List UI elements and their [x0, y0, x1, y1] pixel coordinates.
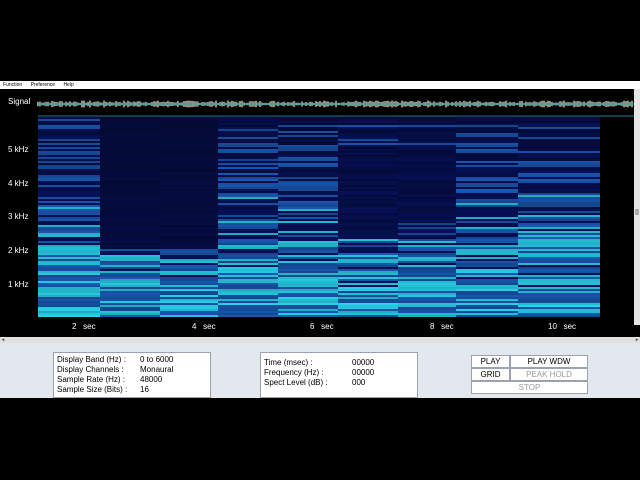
grid-button[interactable]: GRID [471, 368, 510, 381]
sample-rate-label: Sample Rate (Hz) : [57, 375, 126, 384]
freq-label-4khz: 4 kHz [8, 179, 29, 188]
time-label-10: 10 sec [548, 322, 577, 331]
signal-label: Signal [8, 97, 31, 106]
menu-function[interactable]: Function [3, 82, 22, 88]
time-label-6: 6 sec [310, 322, 334, 331]
frequency-readout-label: Frequency (Hz) : [264, 368, 324, 377]
stop-button[interactable]: STOP [471, 381, 588, 394]
display-info-box: Display Band (Hz) : 0 to 6000 Display Ch… [53, 352, 211, 398]
letterbox-top [0, 0, 640, 81]
menu-bar: Function Preference Help [0, 81, 640, 89]
display-channels-label: Display Channels : [57, 365, 124, 374]
play-button[interactable]: PLAY [471, 355, 510, 368]
readout-box: Time (msec) : 00000 Frequency (Hz) : 000… [260, 352, 418, 398]
peak-hold-button[interactable]: PEAK HOLD [510, 368, 588, 381]
frequency-readout-value: 00000 [352, 368, 375, 377]
time-label-2: 2 sec [72, 322, 96, 331]
freq-label-2khz: 2 kHz [8, 246, 29, 255]
display-band-label: Display Band (Hz) : [57, 355, 126, 364]
time-readout-label: Time (msec) : [264, 358, 313, 367]
sample-size-label: Sample Size (Bits) : [57, 385, 128, 394]
freq-label-5khz: 5 kHz [8, 145, 29, 154]
time-readout-value: 00000 [352, 358, 375, 367]
control-panel: Display Band (Hz) : 0 to 6000 Display Ch… [0, 343, 640, 398]
spectrogram-plot[interactable] [0, 89, 640, 340]
sample-rate-value: 48000 [140, 375, 163, 384]
vertical-scroll-thumb[interactable] [635, 209, 639, 215]
letterbox-bottom [0, 398, 640, 480]
time-label-8: 8 sec [430, 322, 454, 331]
freq-label-3khz: 3 kHz [8, 212, 29, 221]
spectrogram-canvas[interactable] [0, 89, 640, 340]
vertical-scrollbar[interactable] [634, 89, 640, 325]
spect-level-label: Spect Level (dB) : [264, 378, 328, 387]
display-channels-value: Monaural [140, 365, 174, 374]
menu-help[interactable]: Help [63, 82, 73, 88]
display-band-value: 0 to 6000 [140, 355, 174, 364]
menu-preference[interactable]: Preference [31, 82, 55, 88]
freq-label-1khz: 1 kHz [8, 280, 29, 289]
spect-level-value: 000 [352, 378, 366, 387]
spectrogram-image [38, 117, 600, 317]
play-window-button[interactable]: PLAY WDW [510, 355, 588, 368]
time-label-4: 4 sec [192, 322, 216, 331]
sample-size-value: 16 [140, 385, 149, 394]
